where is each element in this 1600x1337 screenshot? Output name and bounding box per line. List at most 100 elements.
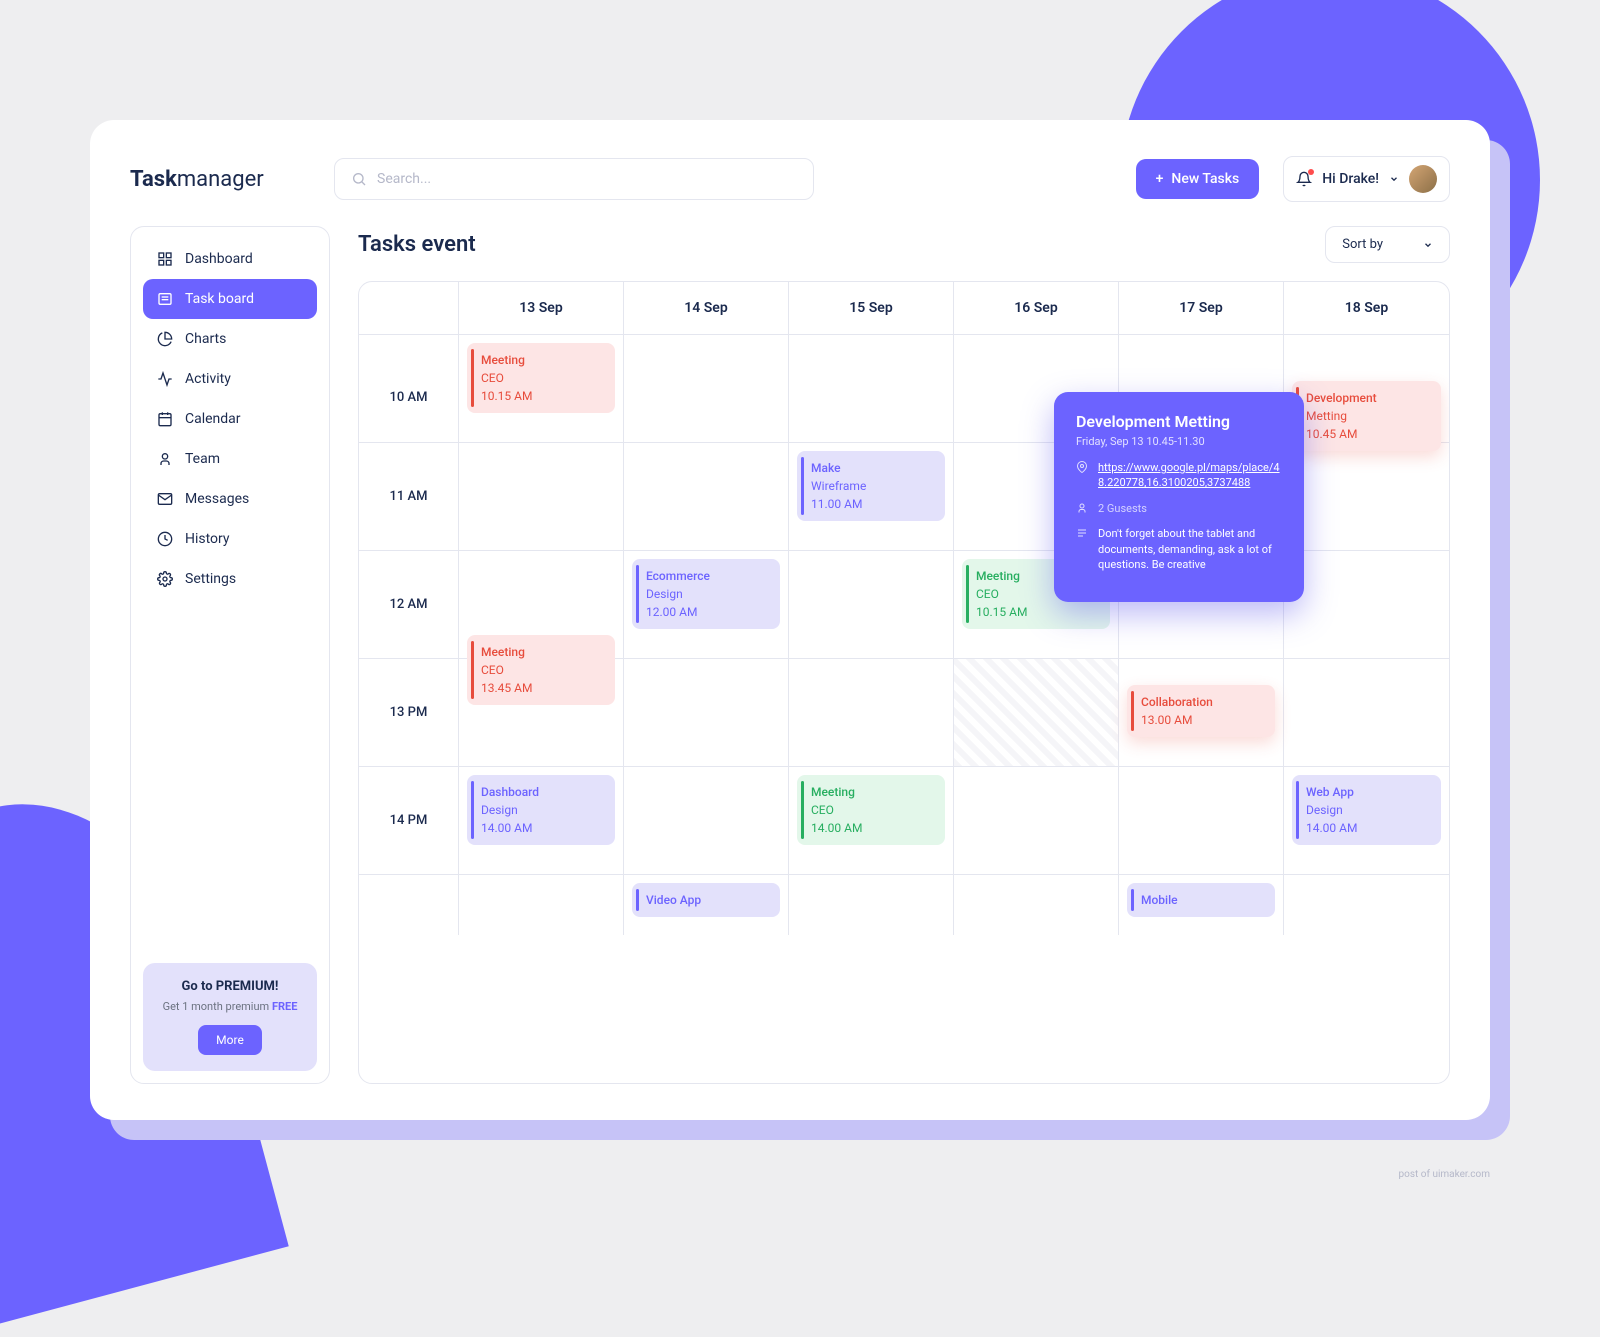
- calendar: 13 Sep14 Sep15 Sep16 Sep17 Sep18 Sep 10 …: [358, 281, 1450, 1084]
- promo-title: Go to PREMIUM!: [159, 979, 301, 994]
- sidebar-item-task-board[interactable]: Task board: [143, 279, 317, 319]
- new-task-button[interactable]: + New Tasks: [1136, 159, 1260, 199]
- sidebar-item-dashboard[interactable]: Dashboard: [143, 239, 317, 279]
- calendar-cell[interactable]: MeetingCEO13.45 AM: [459, 659, 624, 766]
- calendar-cell[interactable]: [954, 659, 1119, 766]
- calendar-cell[interactable]: EcommerceDesign12.00 AM: [624, 551, 789, 658]
- calendar-cell[interactable]: [789, 551, 954, 658]
- plus-icon: +: [1156, 171, 1164, 187]
- day-header: 16 Sep: [954, 282, 1119, 334]
- calendar-cell[interactable]: [459, 443, 624, 550]
- new-task-label: New Tasks: [1171, 171, 1239, 187]
- sidebar-item-team[interactable]: Team: [143, 439, 317, 479]
- sidebar-item-activity[interactable]: Activity: [143, 359, 317, 399]
- calendar-cell[interactable]: Web AppDesign14.00 AM: [1284, 767, 1449, 874]
- time-label: 10 AM: [359, 335, 459, 459]
- calendar-cell[interactable]: [459, 875, 624, 935]
- popover-link[interactable]: https://www.google.pl/maps/place/48.2207…: [1098, 460, 1282, 491]
- sidebar: Dashboard Task board ChartsActivity Calenda…: [130, 226, 330, 1084]
- sidebar-item-label: Team: [185, 451, 220, 467]
- calendar-cell[interactable]: [1284, 551, 1449, 658]
- avatar: [1409, 165, 1437, 193]
- calendar-event[interactable]: EcommerceDesign12.00 AM: [632, 559, 780, 629]
- sidebar-item-messages[interactable]: Messages: [143, 479, 317, 519]
- main-content: Tasks event Sort by 13 Sep14 Sep15 Sep16…: [358, 226, 1450, 1084]
- sidebar-item-settings[interactable]: Settings: [143, 559, 317, 599]
- popover-note: Don't forget about the tablet and docume…: [1098, 526, 1282, 572]
- calendar-cell[interactable]: Mobile: [1119, 875, 1284, 935]
- calendar-cell[interactable]: [789, 335, 954, 459]
- board-icon: [157, 291, 173, 307]
- calendar-cell[interactable]: DashboardDesign14.00 AM: [459, 767, 624, 874]
- header: Taskmanager + New Tasks Hi Drake!: [130, 156, 1450, 202]
- sort-label: Sort by: [1342, 237, 1383, 252]
- calendar-cell[interactable]: DevelopmentMetting10.45 AM: [1284, 335, 1449, 459]
- sidebar-item-label: History: [185, 531, 230, 547]
- user-greeting: Hi Drake!: [1322, 171, 1379, 187]
- calendar-cell[interactable]: MeetingCEO14.00 AM: [789, 767, 954, 874]
- page-title: Tasks event: [358, 232, 476, 257]
- day-header: 14 Sep: [624, 282, 789, 334]
- calendar-cell[interactable]: [1284, 659, 1449, 766]
- mail-icon: [157, 491, 173, 507]
- sidebar-item-charts[interactable]: Charts: [143, 319, 317, 359]
- clock-icon: [157, 531, 173, 547]
- day-header: 15 Sep: [789, 282, 954, 334]
- sidebar-item-calendar[interactable]: Calendar: [143, 399, 317, 439]
- calendar-cell[interactable]: [1119, 767, 1284, 874]
- calendar-cell[interactable]: [624, 767, 789, 874]
- sidebar-item-label: Messages: [185, 491, 249, 507]
- calendar-cell[interactable]: [624, 659, 789, 766]
- calendar-cell[interactable]: MakeWireframe11.00 AM: [789, 443, 954, 550]
- calendar-cell[interactable]: [789, 659, 954, 766]
- calendar-cell[interactable]: Collaboration13.00 AM: [1119, 659, 1284, 766]
- calendar-cell[interactable]: [1284, 875, 1449, 935]
- footnote: post of uimaker.com: [1399, 1169, 1490, 1180]
- calendar-cell[interactable]: [1284, 443, 1449, 550]
- chevron-down-icon: [1423, 240, 1433, 250]
- calendar-event[interactable]: DashboardDesign14.00 AM: [467, 775, 615, 845]
- pie-icon: [157, 331, 173, 347]
- user-menu[interactable]: Hi Drake!: [1283, 156, 1450, 202]
- calendar-cell[interactable]: [624, 335, 789, 459]
- calendar-cell[interactable]: MeetingCEO10.15 AM: [459, 335, 624, 459]
- time-label: 12 AM: [359, 551, 459, 658]
- time-label: 11 AM: [359, 443, 459, 550]
- sort-button[interactable]: Sort by: [1325, 226, 1450, 263]
- promo-more-button[interactable]: More: [198, 1025, 262, 1055]
- day-header: 18 Sep: [1284, 282, 1449, 334]
- calendar-event[interactable]: MakeWireframe11.00 AM: [797, 451, 945, 521]
- sidebar-item-label: Calendar: [185, 411, 241, 427]
- calendar-cell[interactable]: [954, 767, 1119, 874]
- calendar-icon: [157, 411, 173, 427]
- sidebar-item-history[interactable]: History: [143, 519, 317, 559]
- search-box[interactable]: [334, 158, 814, 200]
- calendar-event[interactable]: MeetingCEO10.15 AM: [467, 343, 615, 413]
- calendar-event[interactable]: Mobile: [1127, 883, 1275, 917]
- popover-date: Friday, Sep 13 10.45-11.30: [1076, 435, 1282, 448]
- time-column-header: [359, 282, 459, 334]
- calendar-event[interactable]: Video App: [632, 883, 780, 917]
- calendar-cell[interactable]: [789, 875, 954, 935]
- chevron-down-icon: [1389, 174, 1399, 184]
- premium-promo: Go to PREMIUM! Get 1 month premium FREE …: [143, 963, 317, 1071]
- promo-subtitle: Get 1 month premium FREE: [159, 1000, 301, 1013]
- calendar-cell[interactable]: [954, 875, 1119, 935]
- calendar-cell[interactable]: [624, 443, 789, 550]
- day-header: 17 Sep: [1119, 282, 1284, 334]
- calendar-cell[interactable]: Video App: [624, 875, 789, 935]
- calendar-event[interactable]: MeetingCEO14.00 AM: [797, 775, 945, 845]
- calendar-event[interactable]: Web AppDesign14.00 AM: [1292, 775, 1441, 845]
- logo: Taskmanager: [130, 167, 310, 192]
- bell-icon: [1296, 171, 1312, 187]
- sidebar-item-label: Task board: [185, 291, 254, 307]
- search-input[interactable]: [377, 171, 797, 187]
- calendar-event[interactable]: DevelopmentMetting10.45 AM: [1292, 381, 1441, 451]
- calendar-event[interactable]: Collaboration13.00 AM: [1127, 685, 1275, 737]
- event-popover[interactable]: Development Metting Friday, Sep 13 10.45…: [1054, 392, 1304, 602]
- calendar-event[interactable]: MeetingCEO13.45 AM: [467, 635, 615, 705]
- time-label: 14 PM: [359, 767, 459, 874]
- pin-icon: [1076, 461, 1088, 491]
- note-icon: [1076, 527, 1088, 572]
- sidebar-item-label: Dashboard: [185, 251, 253, 267]
